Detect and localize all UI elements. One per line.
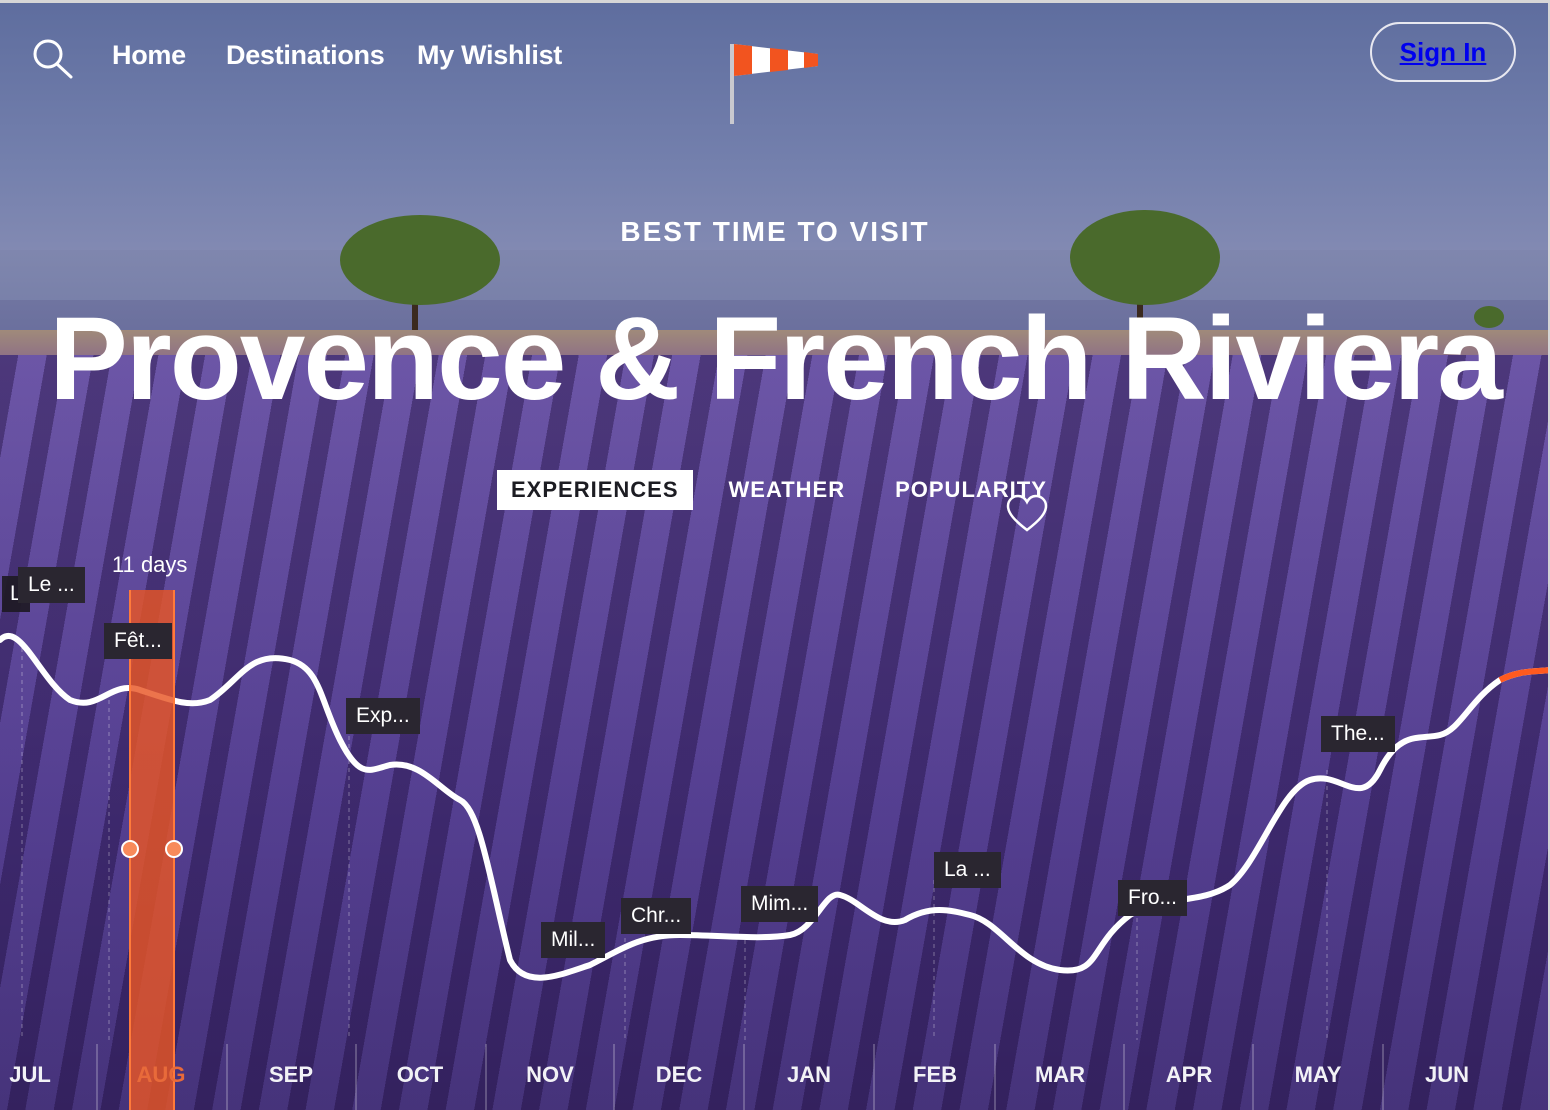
experience-tag[interactable]: Exp... (346, 698, 420, 734)
experience-tag[interactable]: La ... (934, 852, 1001, 888)
experience-tag[interactable]: The... (1321, 716, 1395, 752)
experience-tag[interactable]: Mil... (541, 922, 606, 958)
month-label[interactable]: JAN (769, 1062, 849, 1088)
month-label[interactable]: JUL (0, 1062, 70, 1088)
experience-tag[interactable]: Chr... (621, 898, 692, 934)
month-label[interactable]: SEP (251, 1062, 331, 1088)
month-label[interactable]: NOV (510, 1062, 590, 1088)
range-start-handle[interactable] (121, 840, 139, 858)
experience-tag[interactable]: Fro... (1118, 880, 1188, 916)
month-label[interactable]: DEC (639, 1062, 719, 1088)
range-end-handle[interactable] (165, 840, 183, 858)
month-label[interactable]: MAY (1278, 1062, 1358, 1088)
experience-tag[interactable]: Le ... (18, 567, 85, 603)
month-label[interactable]: FEB (895, 1062, 975, 1088)
month-gridlines (21, 640, 1328, 1040)
experience-tag[interactable]: Mim... (741, 886, 819, 922)
month-label[interactable]: APR (1149, 1062, 1229, 1088)
month-label[interactable]: MAR (1020, 1062, 1100, 1088)
selection-duration: 11 days (112, 552, 188, 577)
month-label-selected[interactable]: AUG (121, 1062, 201, 1088)
experiences-timeline-chart (0, 633, 1550, 1110)
experience-score-line (0, 633, 1550, 981)
month-label[interactable]: JUN (1407, 1062, 1487, 1088)
experience-tag[interactable]: Fêt... (104, 623, 172, 659)
month-label[interactable]: OCT (380, 1062, 460, 1088)
current-month-highlight-line (1498, 667, 1550, 683)
